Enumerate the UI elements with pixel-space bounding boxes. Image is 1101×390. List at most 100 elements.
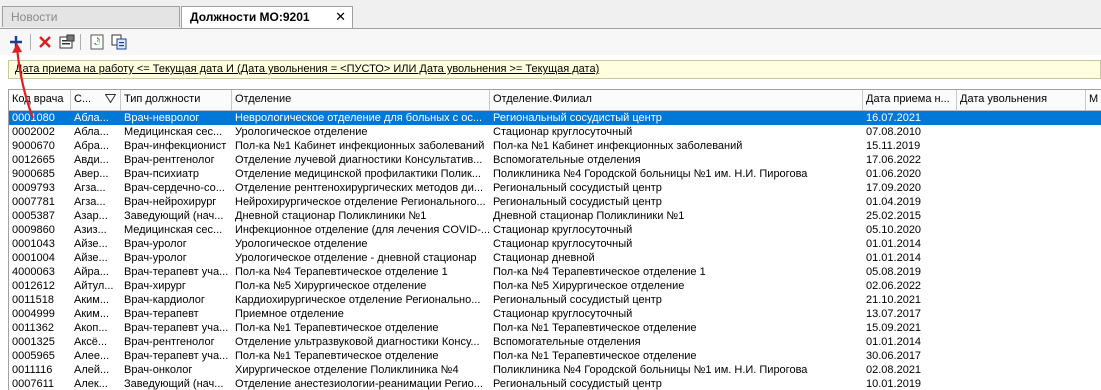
branch-cell: Стационар круглосуточный <box>493 238 633 250</box>
table-row[interactable]: 9000685 Авер... Врач-психиатр Отделение мед… <box>9 167 1101 181</box>
table-row[interactable]: 0002002 Абла... Медицинская сес... Урологич… <box>9 125 1101 139</box>
dismissal-date-cell <box>957 349 1086 363</box>
branch-cell: Вспомогательные отделения <box>493 154 641 166</box>
hire-date-cell: 02.06.2022 <box>866 280 922 292</box>
department-cell: Неврологическое отделение для больных с … <box>235 112 482 124</box>
dismissal-date-cell <box>957 307 1086 321</box>
table-row[interactable]: 0011362 Акоп... Врач-терапевт уча... Пол-ка… <box>9 321 1101 335</box>
dismissal-date-cell <box>957 209 1086 223</box>
department-cell: Отделение лучевой диагностики Консультат… <box>235 154 483 166</box>
table-row[interactable]: 0001004 Айзе... Врач-уролог Урологическое о… <box>9 251 1101 265</box>
dismissal-date-cell <box>957 181 1086 195</box>
table-row[interactable]: 0004999 Аким... Врач-терапевт Приемное отде… <box>9 307 1101 321</box>
branch-cell: Пол-ка №1 Терапевтическое отделение <box>493 322 697 334</box>
table-row[interactable]: 0011116 Алей... Врач-онколог Хирургическое … <box>9 363 1101 377</box>
dismissal-date-cell <box>957 195 1086 209</box>
column-header-doctor-code[interactable]: Код врача <box>9 90 71 110</box>
column-header-short[interactable]: С... <box>71 90 121 110</box>
dismissal-date-cell <box>957 139 1086 153</box>
branch-cell: Стационар круглосуточный <box>493 126 633 138</box>
table-row[interactable]: 4000063 Айра... Врач-терапевт уча... Пол-ка… <box>9 265 1101 279</box>
doctor-code-cell: 0004999 <box>12 308 55 320</box>
hire-date-cell: 07.08.2010 <box>866 126 922 138</box>
copy-icon[interactable] <box>109 32 129 52</box>
doctor-code-cell: 0007611 <box>12 378 55 390</box>
position-type-cell: Врач-невролог <box>124 112 200 124</box>
column-header-more[interactable]: М <box>1086 90 1101 110</box>
short-name-cell: Авер... <box>74 168 109 180</box>
refresh-icon[interactable] <box>87 32 107 52</box>
tab-positions[interactable]: Должности МО:9201 ✕ <box>181 6 353 28</box>
position-type-cell: Врач-кардиолог <box>124 294 205 306</box>
table-row[interactable]: 0009860 Азиз... Медицинская сес... Инфекцио… <box>9 223 1101 237</box>
short-name-cell: Абла... <box>74 112 109 124</box>
department-cell: Отделение анестезиологии-реанимации Реги… <box>235 378 483 390</box>
position-type-cell: Медицинская сес... <box>124 126 223 138</box>
table-row[interactable]: 9000670 Абра... Врач-инфекционист Пол-ка №1… <box>9 139 1101 153</box>
hire-date-cell: 01.01.2014 <box>866 252 922 264</box>
position-type-cell: Врач-инфекционист <box>124 140 227 152</box>
filter-bar[interactable]: Дата приема на работу <= Текущая дата И … <box>8 60 1101 79</box>
branch-cell: Пол-ка №4 Терапевтическое отделение 1 <box>493 266 706 278</box>
branch-cell: Дневной стационар Поликлиники №1 <box>493 210 685 222</box>
department-cell: Отделение ультразвуковой диагностики Кон… <box>235 336 480 348</box>
hire-date-cell: 17.09.2020 <box>866 182 922 194</box>
short-name-cell: Азиз... <box>74 224 107 236</box>
doctor-code-cell: 0001043 <box>12 238 55 250</box>
table-row[interactable]: 0001043 Айзе... Врач-уролог Урологическое о… <box>9 237 1101 251</box>
column-header-position-type[interactable]: Тип должности <box>121 90 232 110</box>
table-row[interactable]: 0001325 Аксё... Врач-рентгенолог Отделение … <box>9 335 1101 349</box>
table-row[interactable]: 0012665 Авди... Врач-рентгенолог Отделение … <box>9 153 1101 167</box>
table-row[interactable]: 0009793 Агза... Врач-сердечно-со... Отделен… <box>9 181 1101 195</box>
doctor-code-cell: 0007781 <box>12 196 55 208</box>
plus-icon[interactable] <box>6 32 26 52</box>
department-cell: Отделение рентгенохирургических методов … <box>235 182 484 194</box>
short-name-cell: Алей... <box>74 364 110 376</box>
table-row[interactable]: 0001080 Абла... Врач-невролог Неврологическ… <box>9 111 1101 125</box>
close-icon[interactable]: ✕ <box>335 9 346 25</box>
doctor-code-cell: 4000063 <box>12 266 55 278</box>
column-header-department[interactable]: Отделение <box>232 90 490 110</box>
dismissal-date-cell <box>957 223 1086 237</box>
position-type-cell: Врач-терапевт уча... <box>124 350 229 362</box>
table-row[interactable]: 0005965 Алее... Врач-терапевт уча... Пол-ка… <box>9 349 1101 363</box>
dismissal-date-cell <box>957 237 1086 251</box>
column-header-dismissal-date[interactable]: Дата увольнения <box>957 90 1086 110</box>
dismissal-date-cell <box>957 111 1086 125</box>
tab-strip: Новости Должности МО:9201 ✕ <box>0 0 1101 29</box>
table-row[interactable]: 0005387 Азар... Заведующий (нач... Дневной … <box>9 209 1101 223</box>
short-name-cell: Алее... <box>74 350 110 362</box>
hire-date-cell: 01.06.2020 <box>866 168 922 180</box>
department-cell: Приемное отделение <box>235 308 344 320</box>
position-type-cell: Врач-уролог <box>124 238 187 250</box>
column-header-department-branch[interactable]: Отделение.Филиал <box>490 90 863 110</box>
positions-table: Код врача С... Тип должности Отделение О… <box>8 89 1101 390</box>
hire-date-cell: 15.09.2021 <box>866 322 922 334</box>
table-row[interactable]: 0007611 Алек... Заведующий (нач... Отделени… <box>9 377 1101 390</box>
doctor-code-cell: 0001325 <box>12 336 55 348</box>
short-name-cell: Айра... <box>74 266 109 278</box>
doctor-code-cell: 0011518 <box>12 294 55 306</box>
position-type-cell: Врач-онколог <box>124 364 193 376</box>
branch-cell: Стационар дневной <box>493 252 595 264</box>
dismissal-date-cell <box>957 251 1086 265</box>
properties-icon[interactable] <box>57 32 77 52</box>
dismissal-date-cell <box>957 167 1086 181</box>
short-name-cell: Алек... <box>74 378 108 390</box>
sort-filter-icon[interactable] <box>104 94 117 106</box>
short-name-cell: Абра... <box>74 140 110 152</box>
position-type-cell: Медицинская сес... <box>124 224 223 236</box>
tab-news[interactable]: Новости <box>2 6 180 27</box>
table-row[interactable]: 0011518 Аким... Врач-кардиолог Кардиохирург… <box>9 293 1101 307</box>
position-type-cell: Врач-рентгенолог <box>124 154 215 166</box>
toolbar-separator <box>30 34 31 50</box>
position-type-cell: Врач-психиатр <box>124 168 200 180</box>
table-row[interactable]: 0007781 Агза... Врач-нейрохирург Нейрохирур… <box>9 195 1101 209</box>
column-header-hire-date[interactable]: Дата приема н... <box>863 90 957 110</box>
delete-icon[interactable] <box>35 32 55 52</box>
table-row[interactable]: 0012612 Айтул... Врач-хирург Пол-ка №5 Хиру… <box>9 279 1101 293</box>
filter-condition-link[interactable]: Дата приема на работу <= Текущая дата И … <box>15 63 599 75</box>
doctor-code-cell: 0001004 <box>12 252 55 264</box>
doctor-code-cell: 0009860 <box>12 224 55 236</box>
tab-label: Должности МО:9201 <box>190 10 310 24</box>
